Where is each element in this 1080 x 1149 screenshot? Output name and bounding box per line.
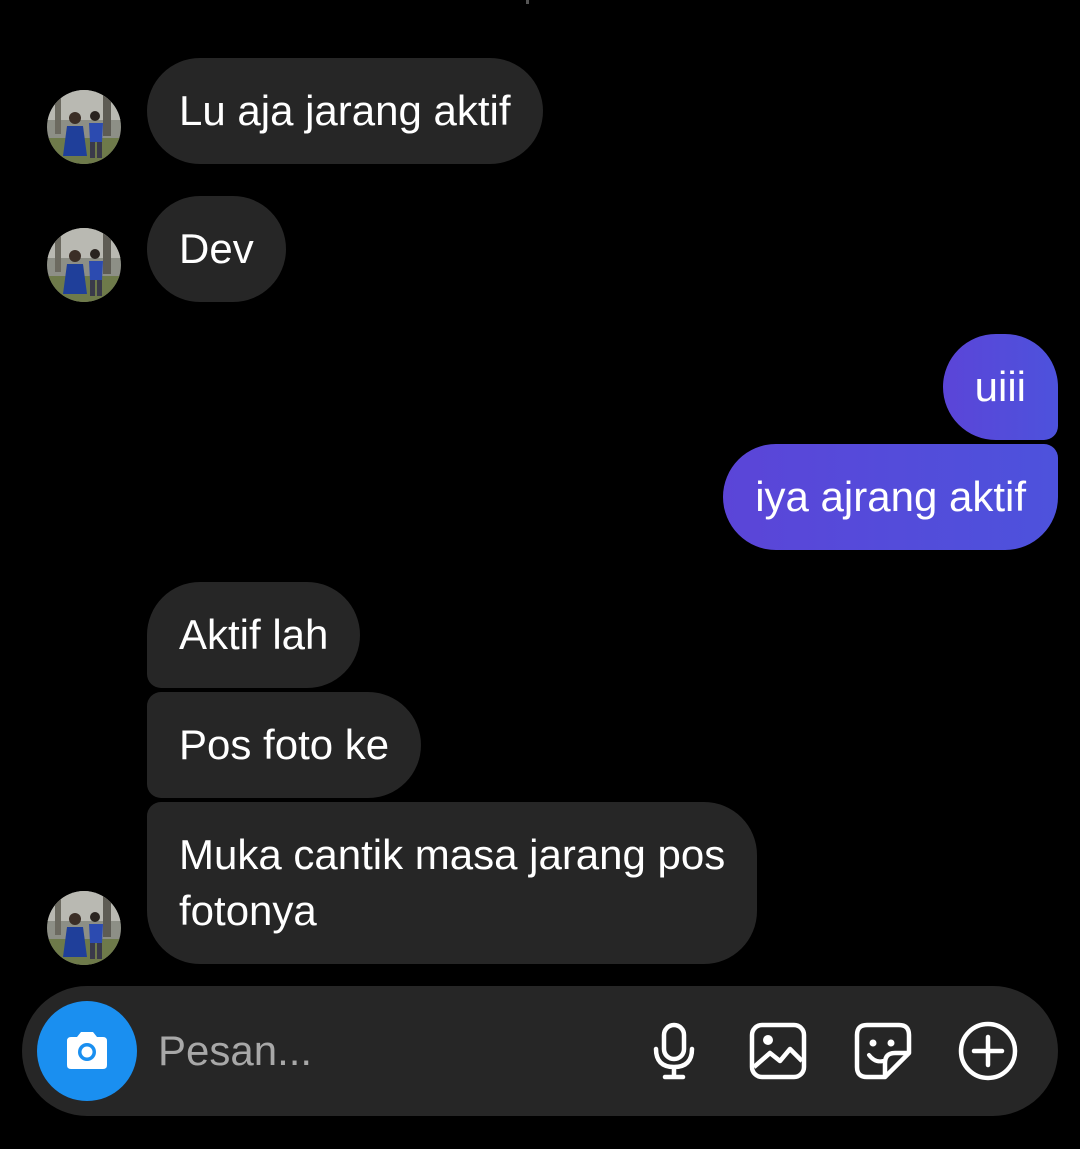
more-options-button[interactable] — [956, 1019, 1020, 1083]
message-text: Muka cantik masa jarang pos — [179, 831, 726, 878]
message-bubble-incoming[interactable]: Pos foto ke — [147, 692, 422, 798]
add-icon — [958, 1021, 1018, 1081]
sender-avatar[interactable] — [47, 90, 121, 164]
gallery-button[interactable] — [746, 1019, 810, 1083]
scroll-indicator — [526, 0, 529, 4]
camera-icon — [67, 1032, 107, 1069]
microphone-icon — [653, 1022, 695, 1080]
gallery-icon — [749, 1022, 807, 1080]
sender-avatar[interactable] — [47, 891, 121, 965]
sender-avatar[interactable] — [47, 228, 121, 302]
avatar-photo — [47, 90, 121, 164]
voice-message-button[interactable] — [642, 1019, 706, 1083]
message-input[interactable] — [158, 1021, 608, 1081]
message-text: Aktif lah — [179, 611, 329, 658]
message-bubble-incoming[interactable]: Dev — [147, 196, 286, 302]
message-text: Lu aja jarang aktif — [179, 87, 511, 134]
message-text: uiii — [974, 363, 1026, 410]
message-text: fotonya — [179, 887, 317, 934]
avatar-photo — [47, 228, 121, 302]
camera-button[interactable] — [37, 1001, 137, 1101]
message-composer — [22, 986, 1058, 1116]
message-bubble-incoming[interactable]: Lu aja jarang aktif — [147, 58, 543, 164]
message-text: Pos foto ke — [179, 721, 390, 768]
sticker-icon — [854, 1022, 912, 1080]
message-bubble-incoming[interactable]: Aktif lah — [147, 582, 361, 688]
message-bubble-outgoing[interactable]: uiii — [942, 334, 1058, 440]
avatar-photo — [47, 891, 121, 965]
message-bubble-incoming[interactable]: Muka cantik masa jarang pos fotonya — [147, 802, 758, 964]
message-text: Dev — [179, 225, 254, 272]
sticker-button[interactable] — [851, 1019, 915, 1083]
message-bubble-outgoing[interactable]: iya ajrang aktif — [723, 444, 1058, 550]
message-text: iya ajrang aktif — [755, 473, 1026, 520]
